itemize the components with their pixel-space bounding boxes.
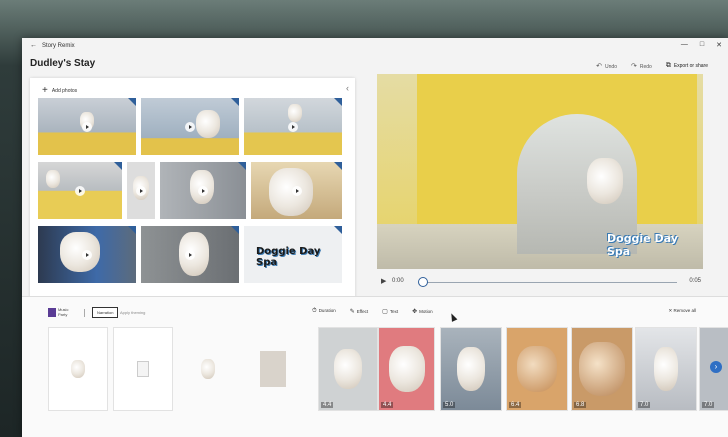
play-icon <box>288 121 298 132</box>
project-title: Dudley's Stay <box>30 58 96 69</box>
chevron-right-icon[interactable]: › <box>710 361 722 373</box>
storyboard-card[interactable]: 4.4 <box>318 327 378 411</box>
play-icon <box>291 185 302 196</box>
storyboard-card[interactable] <box>178 327 238 411</box>
library-thumbnail[interactable] <box>141 226 239 283</box>
playback-controls: ▶ 0:00 0:05 <box>377 274 703 290</box>
narration-button[interactable]: Narration <box>92 307 119 318</box>
app-title: Story Remix <box>42 43 75 49</box>
selected-flag-icon <box>128 226 136 234</box>
selected-flag-icon <box>334 226 342 234</box>
motion-button[interactable]: ✥ Motion <box>412 308 433 315</box>
storyboard: Music Party Narration Apply theming ⏱ Dur… <box>22 296 728 437</box>
seek-bar[interactable] <box>422 282 677 283</box>
library-thumbnail[interactable]: Doggie Day Spa <box>244 226 342 283</box>
end-time: 0:05 <box>689 278 701 284</box>
storyboard-card[interactable]: 6.4 <box>506 327 568 411</box>
redo-icon: ↷ <box>630 63 637 70</box>
add-photos-button[interactable]: + Add photos <box>42 85 77 96</box>
storyboard-card[interactable]: 4.4 <box>378 327 435 411</box>
minimize-button[interactable]: — <box>681 41 688 49</box>
play-icon <box>198 185 208 196</box>
storyboard-card[interactable] <box>113 327 173 411</box>
title-bar: ← Story Remix — □ ✕ <box>22 38 728 54</box>
play-icon <box>185 121 195 132</box>
logo-text: Doggie Day Spa <box>256 246 321 268</box>
storyboard-card[interactable]: 7.0 <box>635 327 697 411</box>
current-time: 0:00 <box>392 278 404 284</box>
selected-flag-icon <box>128 98 136 106</box>
seek-knob[interactable] <box>418 277 428 287</box>
storyboard-toolbar: Music Party Narration Apply theming ⏱ Dur… <box>22 303 728 323</box>
library-thumbnail[interactable] <box>251 162 342 219</box>
redo-button[interactable]: ↷ Redo <box>631 62 652 70</box>
collapse-icon[interactable]: ‹ <box>346 83 349 93</box>
library-thumbnail[interactable] <box>38 162 122 219</box>
plus-icon: + <box>42 85 48 96</box>
motion-icon: ✥ <box>412 309 418 315</box>
selected-flag-icon <box>238 162 246 170</box>
media-library: + Add photos ‹ Doggie Day Spa <box>30 78 355 324</box>
play-icon <box>136 185 146 196</box>
text-button[interactable]: ▢ Text <box>382 308 398 315</box>
text-icon: ▢ <box>382 309 388 315</box>
storyboard-card[interactable] <box>48 327 108 411</box>
play-icon <box>82 249 92 260</box>
export-icon: ⧉ <box>665 62 671 69</box>
library-thumbnail[interactable] <box>244 98 342 155</box>
music-button[interactable]: Music Party <box>48 307 68 317</box>
undo-button[interactable]: ↶ Undo <box>596 62 617 70</box>
play-icon[interactable]: ▶ <box>381 277 386 285</box>
pen-icon: ✎ <box>349 309 355 315</box>
play-icon <box>185 249 195 260</box>
remove-all-button[interactable]: ✕ Remove all <box>668 308 696 314</box>
duration-button[interactable]: ⏱ Duration <box>312 308 336 315</box>
selected-flag-icon <box>231 226 239 234</box>
maximize-button[interactable]: □ <box>700 41 704 49</box>
app-window: ← Story Remix — □ ✕ Dudley's Stay ↶ Undo … <box>22 38 728 437</box>
music-icon <box>48 307 56 317</box>
dog-image <box>587 158 623 204</box>
library-thumbnail[interactable] <box>127 162 155 219</box>
storyboard-card[interactable] <box>243 327 303 411</box>
apply-theming-button[interactable]: Apply theming <box>120 310 145 315</box>
selected-flag-icon <box>334 162 342 170</box>
library-thumbnail[interactable] <box>38 226 136 283</box>
watermark-text: Doggie Day Spa <box>607 232 678 258</box>
selected-flag-icon <box>334 98 342 106</box>
back-arrow-icon[interactable]: ← <box>30 42 37 49</box>
selected-flag-icon <box>114 162 122 170</box>
video-preview[interactable]: Doggie Day Spa <box>377 74 703 269</box>
library-thumbnail[interactable] <box>38 98 136 155</box>
selected-flag-icon <box>231 98 239 106</box>
storyboard-card[interactable]: 5.0 <box>440 327 502 411</box>
divider <box>84 309 85 317</box>
storyboard-card[interactable]: 6.8 <box>571 327 633 411</box>
close-button[interactable]: ✕ <box>716 41 722 49</box>
timer-icon: ⏱ <box>312 308 317 314</box>
play-icon <box>82 121 92 132</box>
top-toolbar: ↶ Undo ↷ Redo ⧉ Export or share <box>596 62 708 70</box>
effect-button[interactable]: ✎ Effect <box>350 308 368 315</box>
export-button[interactable]: ⧉ Export or share <box>666 62 708 70</box>
undo-icon: ↶ <box>596 63 603 70</box>
library-thumbnail[interactable] <box>141 98 239 155</box>
play-icon <box>75 185 85 196</box>
library-thumbnail[interactable] <box>160 162 246 219</box>
